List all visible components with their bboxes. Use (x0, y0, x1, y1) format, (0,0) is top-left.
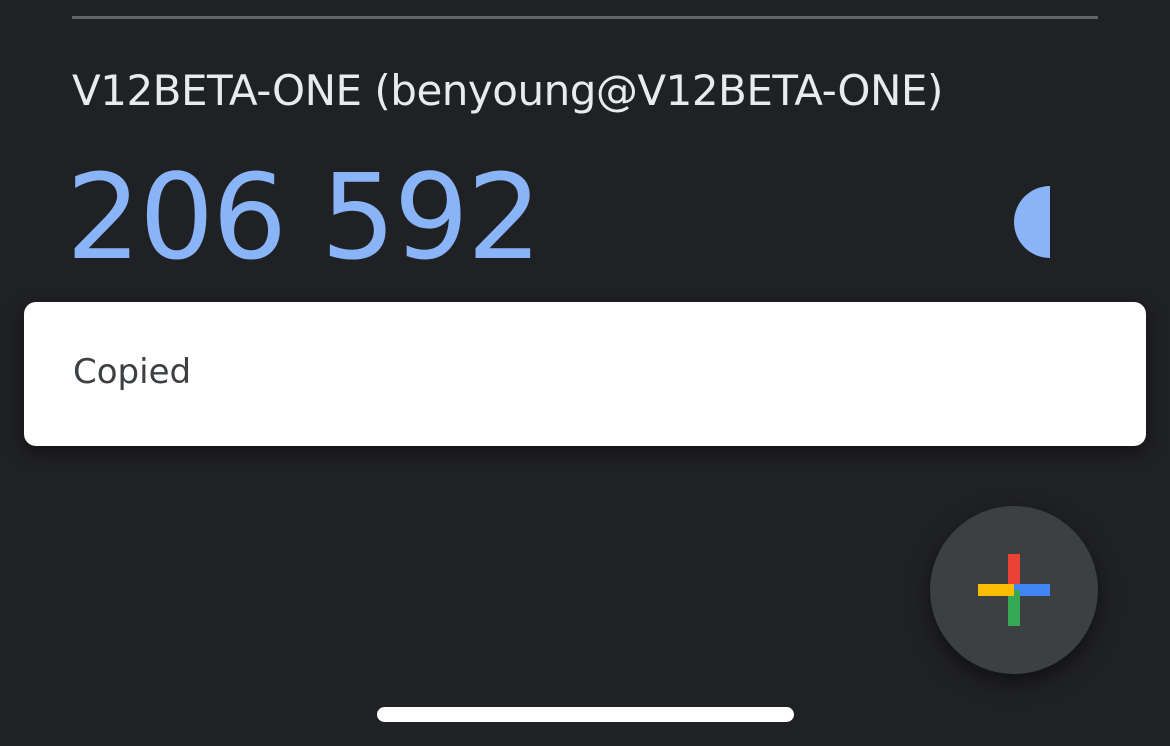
home-indicator[interactable] (377, 707, 794, 722)
otp-code[interactable]: 206 592 (66, 149, 542, 286)
list-divider (72, 16, 1098, 19)
add-account-button[interactable] (930, 506, 1098, 674)
account-title: V12BETA-ONE (benyoung@V12BETA-ONE) (72, 66, 943, 115)
add-icon (978, 554, 1050, 626)
snackbar-message: Copied (73, 352, 192, 392)
snackbar: Copied (24, 302, 1146, 446)
countdown-timer-icon (1014, 186, 1050, 258)
timer-fill (1014, 186, 1050, 258)
